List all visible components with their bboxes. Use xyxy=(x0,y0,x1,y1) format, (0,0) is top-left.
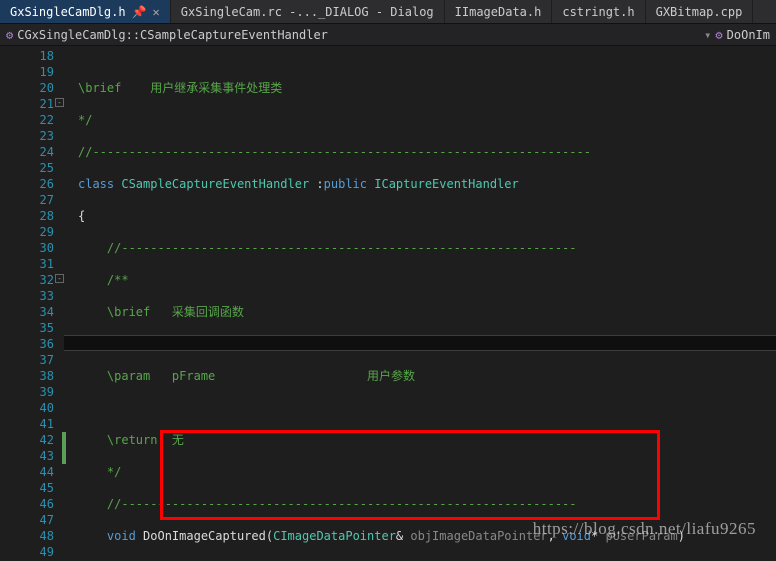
tab-label: GxSingleCam.rc -..._DIALOG - Dialog xyxy=(181,5,434,19)
pin-icon[interactable]: 📌 xyxy=(132,5,147,19)
tab-gxsinglecamdlg-h[interactable]: GxSingleCamDlg.h 📌 ✕ xyxy=(0,0,171,23)
fold-minus-icon[interactable]: - xyxy=(55,274,64,283)
tab-label: GxSingleCamDlg.h xyxy=(10,5,126,19)
breadcrumb: ⚙ CGxSingleCamDlg::CSampleCaptureEventHa… xyxy=(0,24,776,46)
close-icon[interactable]: ✕ xyxy=(153,5,160,19)
tab-iimagedata-h[interactable]: IImageData.h xyxy=(445,0,553,23)
tab-gxsinglecam-rc[interactable]: GxSingleCam.rc -..._DIALOG - Dialog xyxy=(171,0,445,23)
tab-label: IImageData.h xyxy=(455,5,542,19)
highlight-annotation-box xyxy=(160,430,660,520)
tab-gxbitmap-cpp[interactable]: GXBitmap.cpp xyxy=(646,0,754,23)
fold-minus-icon[interactable]: - xyxy=(55,98,64,107)
class-icon: ⚙ xyxy=(6,28,13,42)
tab-label: GXBitmap.cpp xyxy=(656,5,743,19)
breadcrumb-member[interactable]: DoOnIm xyxy=(727,28,770,42)
current-line-highlight xyxy=(64,335,776,351)
method-icon: ⚙ xyxy=(715,28,722,42)
tab-label: cstringt.h xyxy=(562,5,634,19)
gutter: 181920 21- 22232425262728293031 32- 3334… xyxy=(0,46,64,561)
chevron-down-icon[interactable]: ▾ xyxy=(704,28,711,42)
tab-cstringt-h[interactable]: cstringt.h xyxy=(552,0,645,23)
tab-bar: GxSingleCamDlg.h 📌 ✕ GxSingleCam.rc -...… xyxy=(0,0,776,24)
breadcrumb-scope[interactable]: CGxSingleCamDlg::CSampleCaptureEventHand… xyxy=(17,28,328,42)
